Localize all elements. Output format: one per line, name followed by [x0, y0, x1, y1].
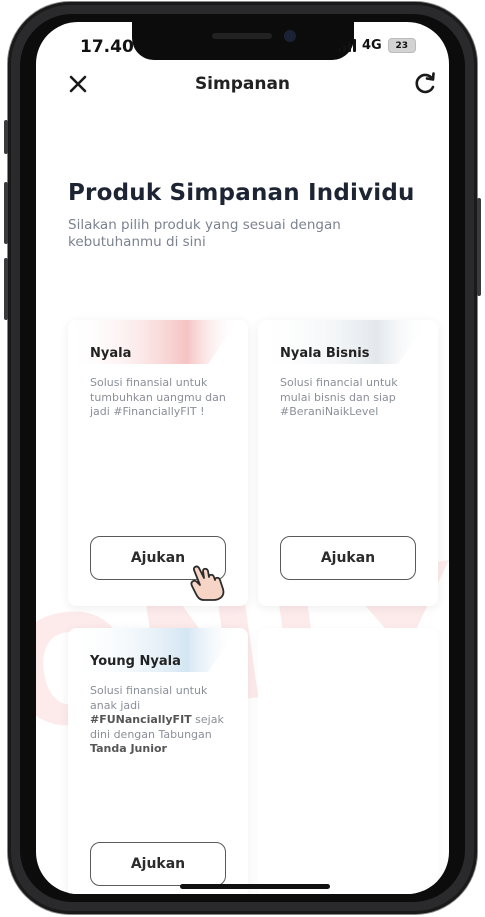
phone-volume-down-button — [4, 258, 8, 320]
apply-button[interactable]: Ajukan — [280, 536, 416, 580]
phone-side-button — [4, 120, 8, 154]
status-time: 17.40 — [80, 37, 134, 57]
product-card-nyala-bisnis[interactable]: Nyala Bisnis Solusi financial untuk mula… — [258, 320, 438, 606]
phone-power-button — [477, 198, 481, 296]
apply-button[interactable]: Ajukan — [90, 842, 226, 886]
product-name: Young Nyala — [90, 654, 181, 669]
description-hashtag: #FUNanciallyFIT — [90, 713, 192, 726]
page-title: Produk Simpanan Individu — [68, 180, 415, 206]
battery-icon: 23 — [387, 38, 416, 53]
description-product-name: Tanda Junior — [90, 742, 167, 755]
product-description: Solusi financial untuk mulai bisnis dan … — [280, 376, 398, 418]
home-indicator[interactable] — [180, 884, 330, 889]
product-name: Nyala — [90, 346, 132, 361]
header-title: Simpanan — [194, 74, 291, 94]
app-header: Simpanan — [36, 62, 449, 108]
app-screen: ONLY 17.40 4G 23 Simpanan Produk Simpana… — [36, 22, 449, 894]
page-subtitle: Silakan pilih produk yang sesuai dengan … — [68, 217, 341, 250]
tap-hand-icon — [190, 565, 225, 601]
signal-bars-icon — [338, 39, 356, 52]
network-type: 4G — [362, 38, 382, 53]
status-indicators: 4G 23 — [338, 38, 416, 53]
product-description: Solusi finansial untuk anak jadi #FUNanc… — [90, 684, 232, 757]
product-name: Nyala Bisnis — [280, 346, 370, 361]
refresh-icon[interactable] — [412, 70, 438, 96]
product-card-young-nyala[interactable]: Young Nyala Solusi finansial untuk anak … — [68, 628, 248, 894]
product-description: Solusi finansial untuk tumbuhkan uangmu … — [90, 376, 226, 418]
camera — [284, 30, 296, 42]
phone-volume-up-button — [4, 182, 8, 244]
speaker — [212, 33, 272, 39]
description-text: Solusi finansial untuk anak jadi — [90, 684, 208, 712]
product-card-empty — [258, 628, 438, 894]
notch — [132, 22, 354, 60]
